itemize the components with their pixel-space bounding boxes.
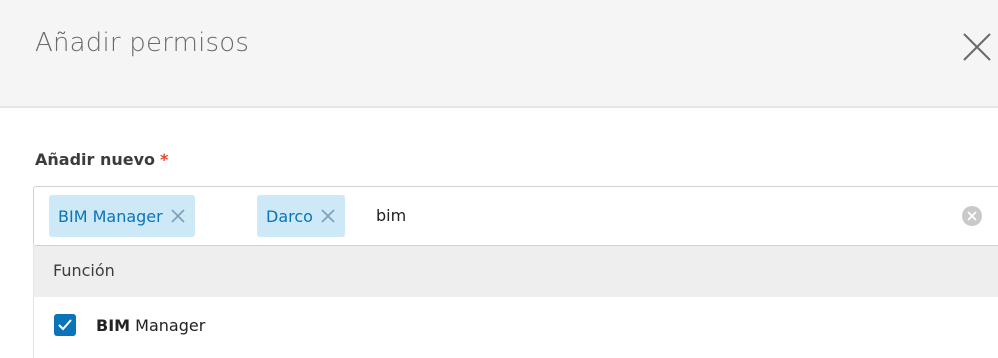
search-input-text[interactable]: bim bbox=[376, 206, 406, 225]
required-mark: * bbox=[160, 150, 169, 169]
dropdown-option[interactable]: BIM Manager bbox=[34, 297, 998, 357]
clear-circle-icon bbox=[967, 211, 977, 221]
field-label-text: Añadir nuevo bbox=[35, 150, 156, 169]
close-icon[interactable] bbox=[321, 209, 335, 223]
dialog-header: Añadir permisos bbox=[0, 0, 998, 108]
group-label: Función bbox=[53, 261, 115, 280]
group-header: Función bbox=[34, 246, 998, 297]
selected-chip: Darco bbox=[257, 195, 345, 237]
selected-chip: BIM Manager bbox=[49, 195, 195, 237]
close-icon bbox=[963, 33, 991, 61]
dialog-title: Añadir permisos bbox=[35, 28, 250, 58]
results-dropdown: Función BIM Manager bbox=[33, 246, 998, 358]
chip-label: Darco bbox=[266, 206, 313, 226]
option-label-rest: Manager bbox=[130, 316, 206, 335]
clear-button[interactable] bbox=[962, 206, 982, 226]
close-icon[interactable] bbox=[171, 209, 185, 223]
checkbox[interactable] bbox=[54, 314, 76, 336]
option-label-match: BIM bbox=[96, 316, 131, 335]
chip-label: BIM Manager bbox=[58, 206, 163, 226]
permissions-multiselect-input[interactable]: BIM Manager Darco bim bbox=[33, 186, 998, 246]
check-icon bbox=[58, 319, 72, 331]
option-label: BIM Manager bbox=[96, 316, 205, 335]
field-label: Añadir nuevo * bbox=[35, 150, 168, 169]
close-button[interactable] bbox=[960, 26, 996, 62]
